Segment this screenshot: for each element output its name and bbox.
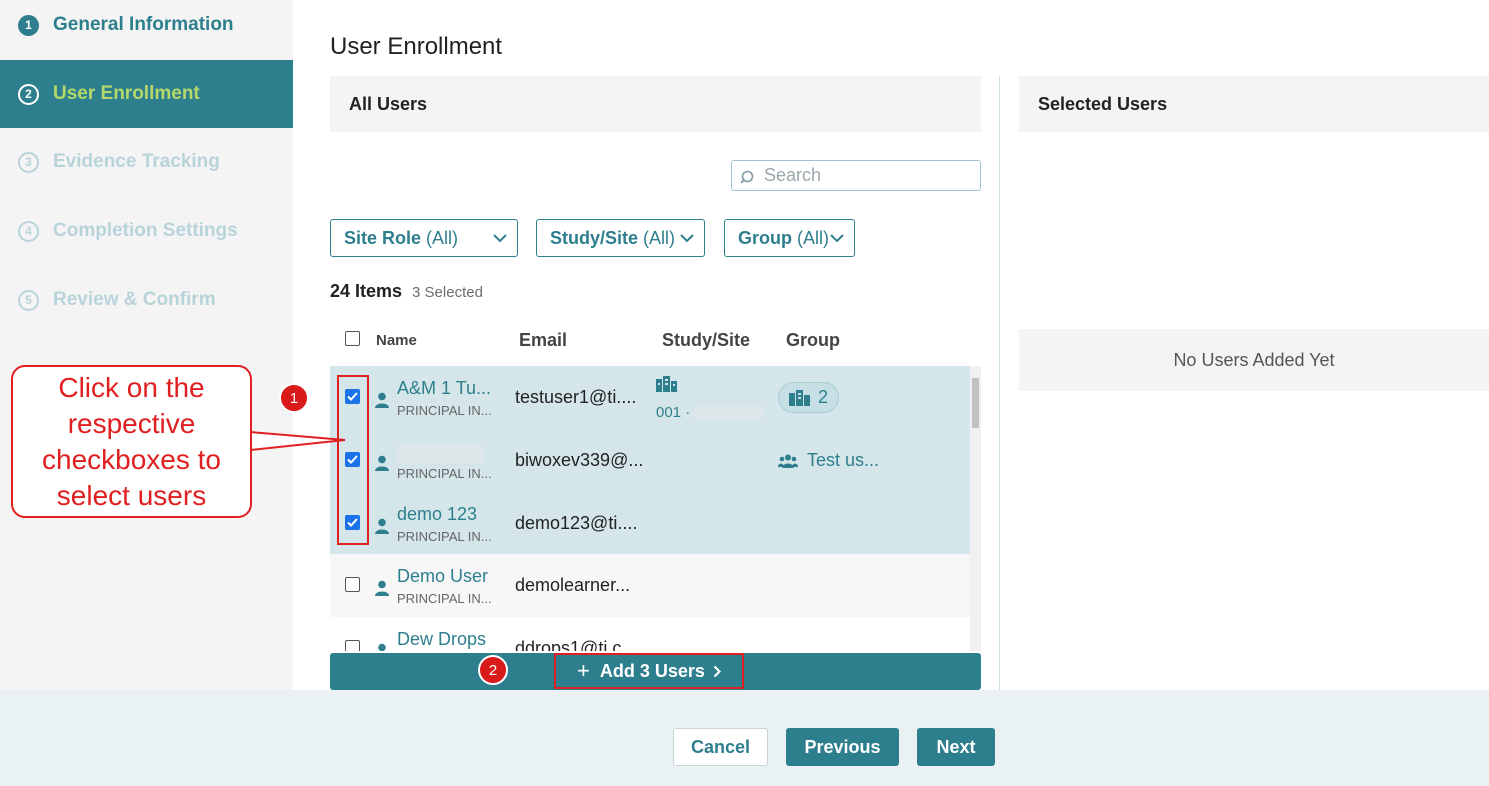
total-items: 24 Items <box>330 281 403 301</box>
step-number: 4 <box>18 220 39 242</box>
step-label: General Information <box>53 14 234 35</box>
all-users-header: All Users <box>330 76 981 132</box>
step-label: Completion Settings <box>53 220 238 241</box>
user-icon <box>375 455 389 471</box>
step-label: Review & Confirm <box>53 289 216 310</box>
table-row[interactable]: Demo User PRINCIPAL IN... demolearner... <box>330 554 970 617</box>
site-building-icon <box>656 376 677 392</box>
user-email: testuser1@ti.... <box>515 387 637 407</box>
user-icon <box>375 580 389 596</box>
study-site-filter[interactable]: Study/Site (All) <box>536 219 705 257</box>
table-row[interactable]: demo 123 PRINCIPAL IN... demo123@ti.... <box>330 492 970 554</box>
plus-icon: + <box>577 658 590 683</box>
table-row[interactable]: A&M 1 Tu... PRINCIPAL IN... testuser1@ti… <box>330 366 970 429</box>
annotation-callout: Click on the respective checkboxes to se… <box>11 365 252 518</box>
row-checkbox[interactable] <box>345 640 360 651</box>
study-site-cell: 001 · <box>656 376 765 421</box>
select-all-checkbox[interactable] <box>345 331 360 346</box>
selected-count: 3 Selected <box>412 284 483 301</box>
checkbox-highlight-box <box>337 375 369 545</box>
panel-divider <box>999 76 1000 690</box>
user-role: PRINCIPAL IN... <box>397 591 492 606</box>
group-filter[interactable]: Group (All) <box>724 219 855 257</box>
row-checkbox[interactable] <box>345 577 360 592</box>
items-count: 24 Items 3 Selected <box>330 281 483 302</box>
user-email: demolearner... <box>515 575 631 595</box>
chevron-down-icon <box>493 233 507 243</box>
user-email: biwoxev339@... <box>515 450 644 470</box>
site-role-filter[interactable]: Site Role (All) <box>330 219 518 257</box>
filter-value: (All) <box>426 227 459 248</box>
selected-users-header: Selected Users <box>1019 76 1489 132</box>
group-count-badge[interactable]: 2 <box>778 382 840 413</box>
next-button[interactable]: Next <box>917 728 995 766</box>
step-label: Evidence Tracking <box>53 151 220 172</box>
user-name-redacted[interactable] <box>397 441 485 468</box>
users-group-icon <box>778 454 798 468</box>
step-evidence-tracking[interactable]: 3 Evidence Tracking <box>0 128 293 196</box>
add-users-button[interactable]: + Add 3 Users <box>554 653 744 689</box>
user-name[interactable]: demo 123 <box>397 504 477 525</box>
scrollbar-thumb[interactable] <box>972 378 979 428</box>
filter-label: Group <box>738 227 792 248</box>
user-role: PRINCIPAL IN... <box>397 403 492 418</box>
column-email[interactable]: Email <box>519 330 567 351</box>
column-name[interactable]: Name <box>376 332 417 349</box>
user-name[interactable]: Dew Drops <box>397 629 486 650</box>
previous-button[interactable]: Previous <box>786 728 899 766</box>
cancel-button[interactable]: Cancel <box>673 728 768 766</box>
filter-value: (All) <box>797 227 829 248</box>
add-users-label: Add 3 Users <box>599 660 705 681</box>
step-review-confirm[interactable]: 5 Review & Confirm <box>0 266 293 334</box>
filter-label: Study/Site <box>550 227 639 248</box>
step-general-information[interactable]: 1 General Information <box>0 0 293 59</box>
user-email: ddrops1@ti.c... <box>515 638 637 651</box>
user-icon <box>375 518 389 534</box>
annotation-badge-2: 2 <box>478 655 508 685</box>
wizard-sidebar: 1 General Information 2 User Enrollment … <box>0 0 293 690</box>
user-name[interactable]: A&M 1 Tu... <box>397 378 491 399</box>
table-header: Name Email Study/Site Group <box>330 320 981 360</box>
user-email: demo123@ti.... <box>515 513 638 533</box>
group-count: 2 <box>818 387 829 407</box>
site-building-icon <box>789 389 810 406</box>
step-number: 5 <box>18 289 39 311</box>
user-icon <box>375 392 389 408</box>
step-user-enrollment[interactable]: 2 User Enrollment <box>0 60 293 128</box>
step-number: 1 <box>18 14 39 36</box>
step-completion-settings[interactable]: 4 Completion Settings <box>0 197 293 265</box>
chevron-right-icon <box>713 665 721 678</box>
site-code: 001 · <box>656 404 765 421</box>
user-icon <box>378 643 386 651</box>
column-group[interactable]: Group <box>786 330 840 351</box>
selected-users-empty-state: No Users Added Yet <box>1019 329 1489 391</box>
step-label: User Enrollment <box>53 83 200 104</box>
user-name[interactable]: Demo User <box>397 566 488 587</box>
page-title: User Enrollment <box>330 33 503 60</box>
chevron-down-icon <box>830 233 844 243</box>
step-number: 3 <box>18 151 39 173</box>
filter-value: (All) <box>643 227 676 248</box>
table-row[interactable]: PRINCIPAL IN... biwoxev339@... Test us..… <box>330 429 970 492</box>
table-row[interactable]: Dew Drops ddrops1@ti.c... <box>330 617 970 651</box>
search-icon <box>740 170 754 184</box>
table-scrollbar[interactable] <box>970 366 981 651</box>
filter-label: Site Role <box>344 227 422 248</box>
step-number: 2 <box>18 83 39 105</box>
annotation-badge-1: 1 <box>279 383 309 413</box>
user-role: PRINCIPAL IN... <box>397 466 492 481</box>
search-input[interactable]: Search <box>731 160 981 191</box>
column-study-site[interactable]: Study/Site <box>662 330 750 351</box>
group-name: Test us... <box>807 450 880 470</box>
users-table: A&M 1 Tu... PRINCIPAL IN... testuser1@ti… <box>330 366 970 651</box>
group-cell[interactable]: Test us... <box>778 450 879 471</box>
user-role: PRINCIPAL IN... <box>397 529 492 544</box>
search-placeholder: Search <box>764 165 822 185</box>
chevron-down-icon <box>680 233 694 243</box>
